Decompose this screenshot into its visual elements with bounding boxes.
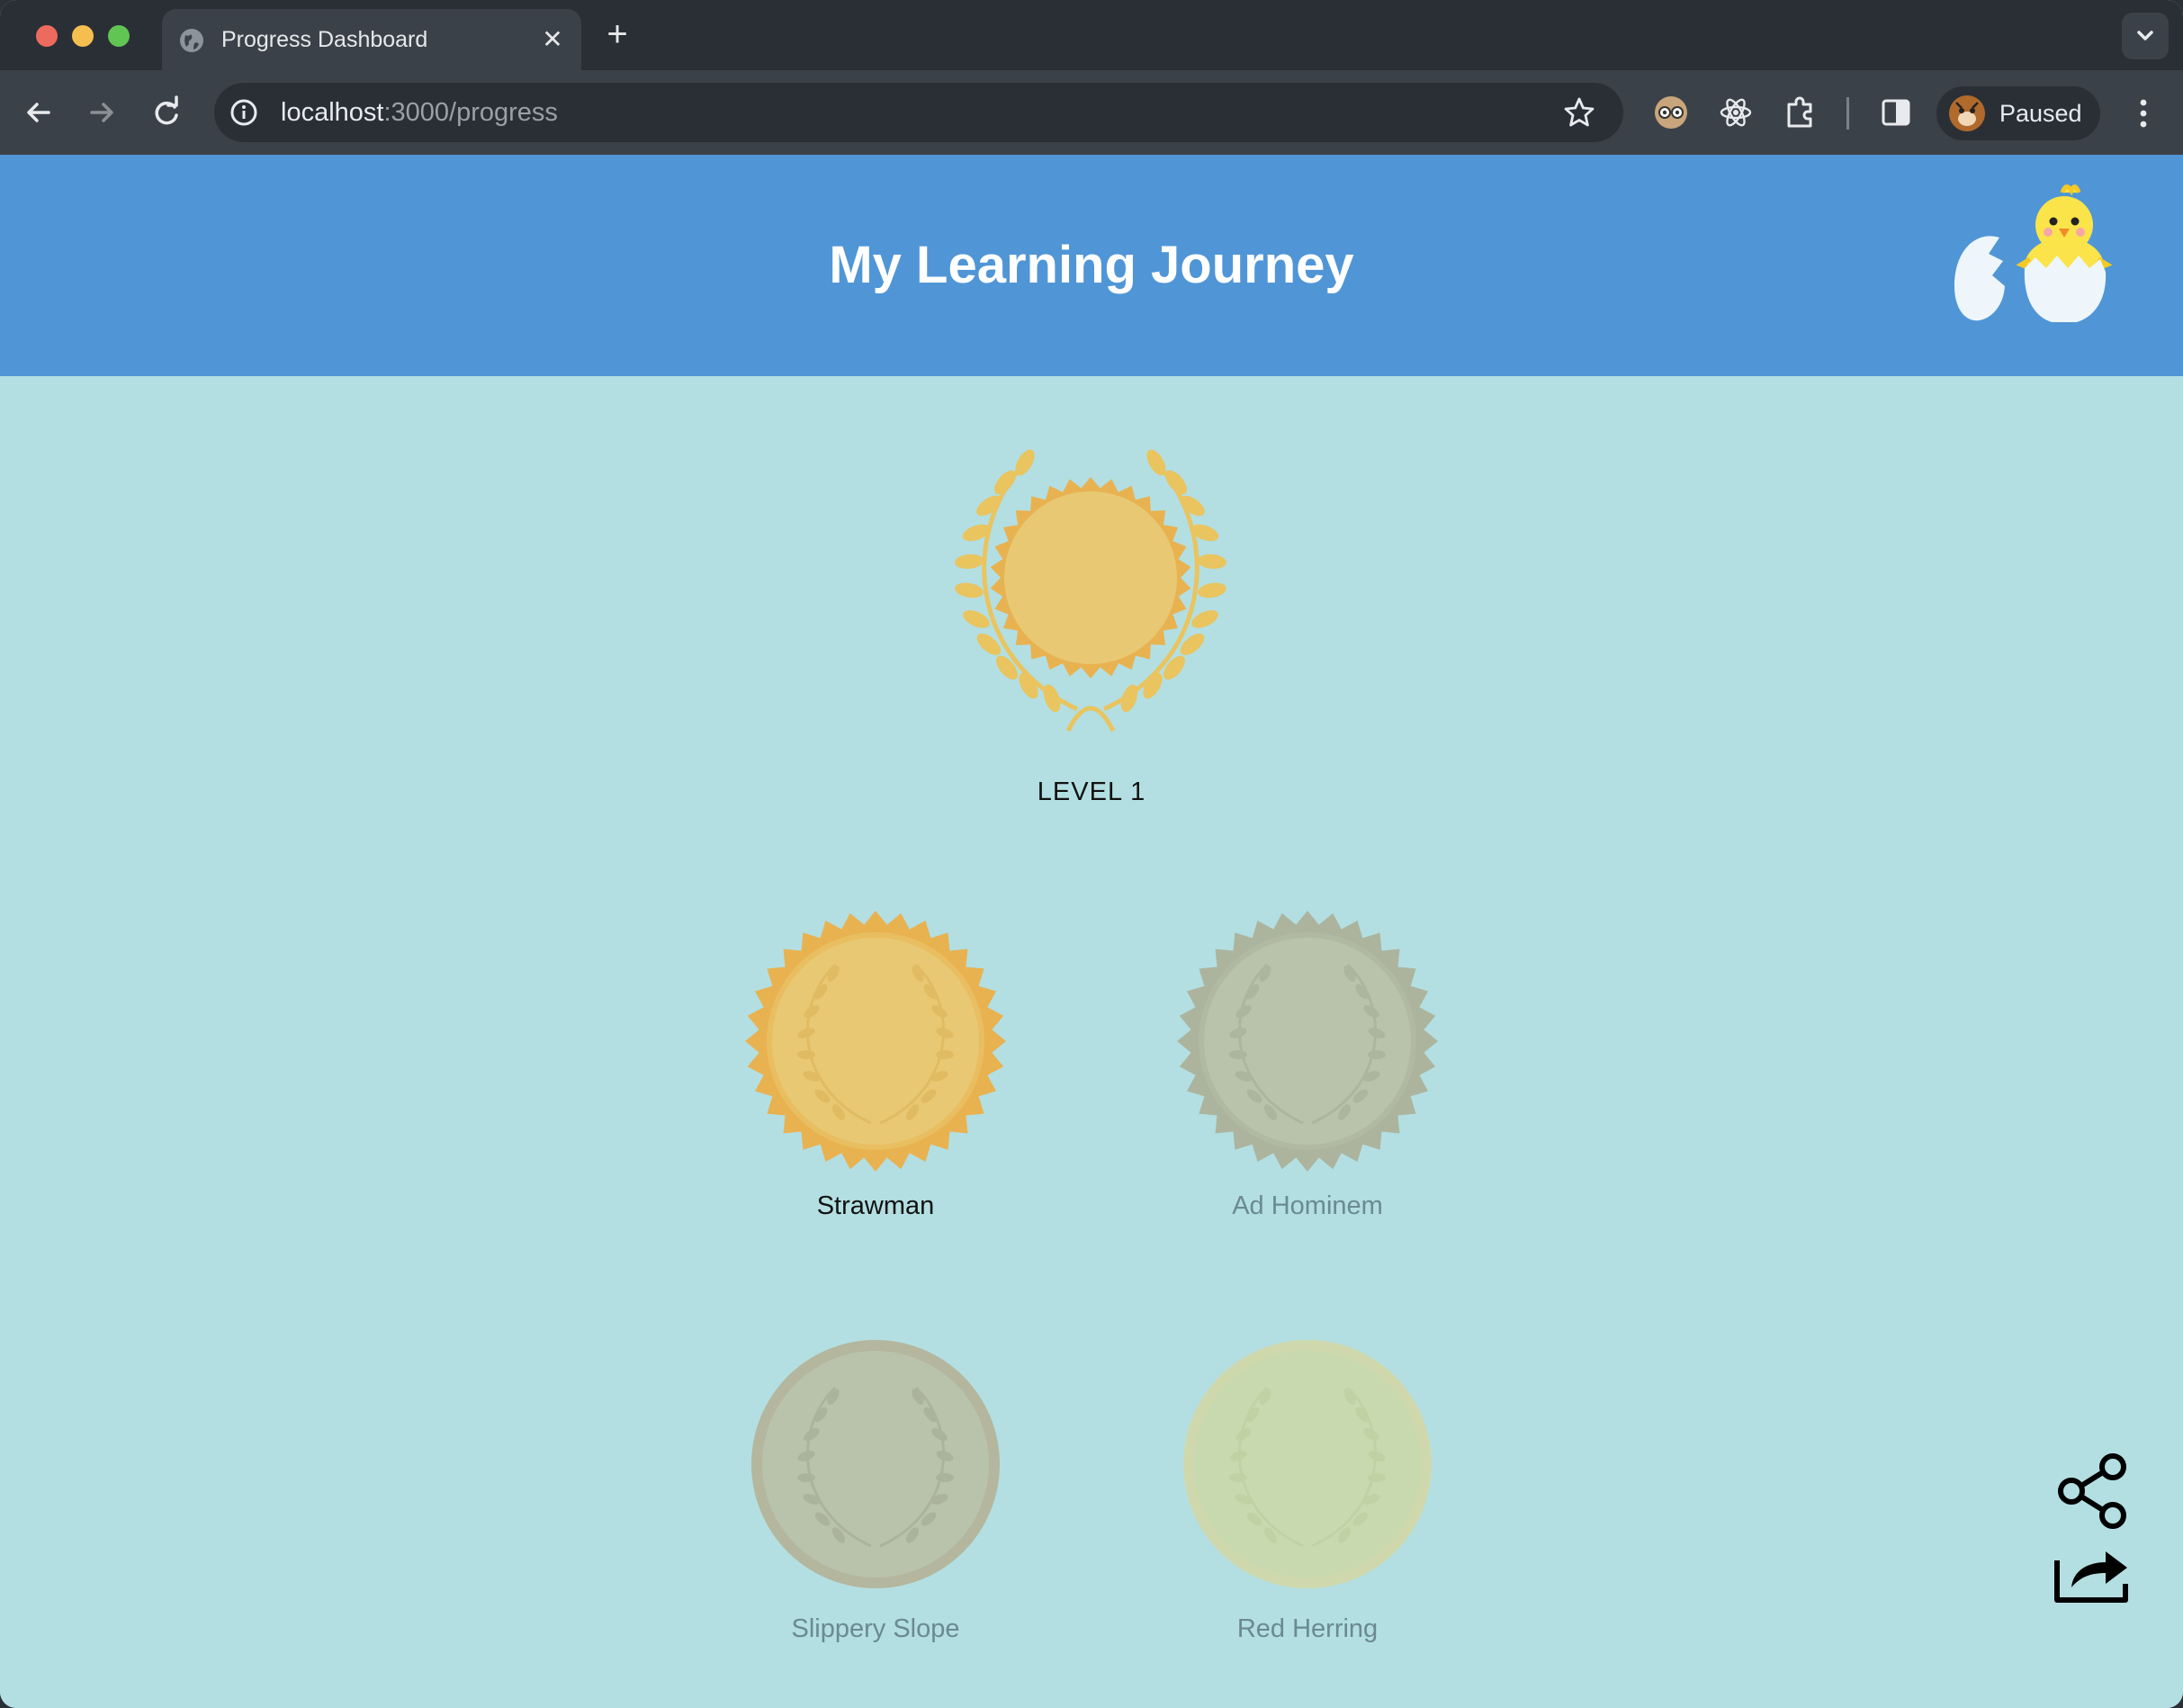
reload-icon[interactable] (146, 92, 187, 133)
url-host: localhost (281, 98, 384, 127)
forward-icon[interactable] (81, 92, 122, 133)
profile-button[interactable]: Paused (1936, 86, 2100, 140)
page-title: My Learning Journey (829, 236, 1354, 294)
browser-window: Progress Dashboard ✕ + localhost:3000/pr… (0, 0, 2183, 1708)
badge-strawman-earned[interactable] (745, 911, 1006, 1172)
tab-strip: Progress Dashboard ✕ + (0, 0, 2183, 70)
kebab-menu-icon[interactable] (2127, 94, 2160, 133)
side-panel-icon[interactable] (1877, 94, 1915, 131)
back-icon[interactable] (18, 92, 59, 133)
avatar (1949, 95, 1985, 131)
page-header: My Learning Journey (0, 155, 2183, 376)
profile-status-label: Paused (1999, 100, 2082, 127)
badge-label-ad-hominem: Ad Hominem (1232, 1191, 1383, 1220)
tab-progress-dashboard[interactable]: Progress Dashboard ✕ (162, 9, 581, 70)
badge-slippery-slope-locked[interactable] (745, 1334, 1006, 1595)
tiger-avatar-icon (1949, 95, 1985, 131)
badge-label-strawman: Strawman (816, 1191, 935, 1220)
new-tab-button[interactable]: + (601, 16, 633, 52)
page-content: My Learning Journey LEVEL 1 Strawman Ad … (0, 155, 2183, 1708)
react-devtools-icon[interactable] (1717, 94, 1755, 131)
share-icon[interactable] (2053, 1452, 2131, 1530)
badge-ad-hominem-locked[interactable] (1177, 911, 1438, 1172)
url-text[interactable]: localhost:3000/progress (281, 94, 558, 131)
tab-close-icon[interactable]: ✕ (538, 25, 567, 54)
address-bar[interactable]: localhost:3000/progress (214, 83, 1623, 142)
export-share-icon[interactable] (2053, 1541, 2131, 1604)
level-label: LEVEL 1 (1037, 778, 1146, 806)
badge-red-herring-locked[interactable] (1177, 1334, 1438, 1595)
extensions-puzzle-icon[interactable] (1782, 94, 1819, 131)
tab-search-button[interactable] (2122, 13, 2169, 59)
chevron-down-icon (2137, 31, 2153, 40)
minimize-window-button[interactable] (72, 25, 94, 47)
site-info-icon[interactable] (229, 97, 259, 128)
badge-label-red-herring: Red Herring (1236, 1614, 1379, 1643)
zoom-window-button[interactable] (108, 25, 130, 47)
extension-glasses-icon[interactable] (1652, 94, 1690, 131)
url-path: :3000/progress (383, 98, 558, 127)
level-badge (955, 449, 1226, 733)
globe-icon (180, 29, 203, 52)
toolbar-divider (1846, 97, 1849, 130)
hatching-chick-icon (1954, 184, 2113, 322)
close-window-button[interactable] (36, 25, 58, 47)
browser-toolbar: localhost:3000/progress Paused (0, 70, 2183, 155)
tab-title: Progress Dashboard (221, 27, 428, 52)
bookmark-star-icon[interactable] (1562, 95, 1596, 130)
badge-label-slippery-slope: Slippery Slope (791, 1614, 960, 1643)
